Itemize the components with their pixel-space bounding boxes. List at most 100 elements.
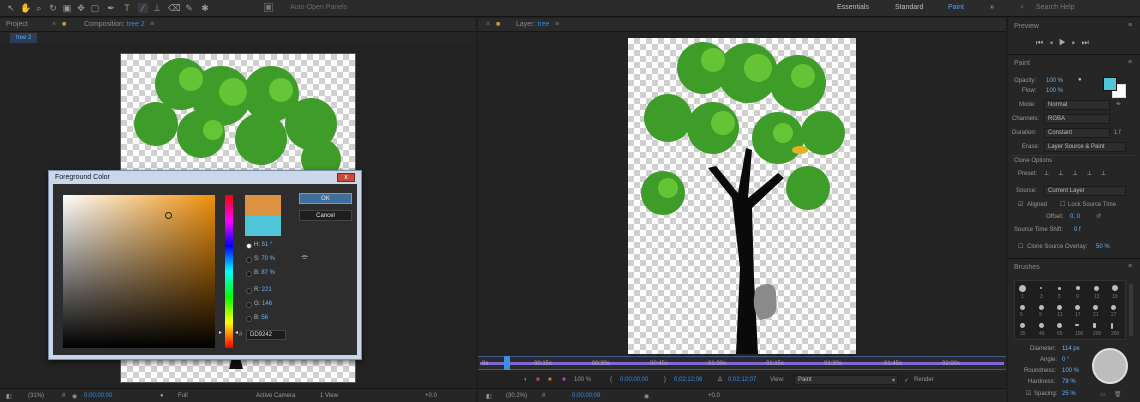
hardness-value[interactable]: 78 % (1062, 379, 1076, 385)
radio-red[interactable] (246, 288, 252, 294)
ok-button[interactable]: OK (299, 193, 352, 204)
radio-hue[interactable] (246, 243, 252, 249)
eyedropper-icon[interactable]: ⌯ (301, 251, 308, 262)
tab-layer[interactable]: Layer: tree (516, 21, 549, 28)
layer-zoom[interactable]: (30.2%) (506, 393, 527, 399)
clone-overlay-value[interactable]: 50 % (1096, 244, 1110, 250)
erase-select[interactable]: Layer Source & Paint (1044, 142, 1126, 152)
workspace-menu-icon[interactable]: » (990, 4, 994, 11)
view-select[interactable]: Paint (794, 375, 898, 385)
tab-composition[interactable]: Composition: tree 2 (84, 21, 145, 28)
brush-tip[interactable] (1020, 323, 1025, 328)
preview-menu-icon[interactable]: ≡ (1128, 22, 1132, 29)
opacity-value[interactable]: 100 % (1046, 78, 1063, 84)
channel-red-icon[interactable]: ■ (536, 377, 540, 383)
search-help-input[interactable]: Search Help (1036, 4, 1075, 11)
pan-behind-tool-icon[interactable]: ✥ (76, 3, 86, 13)
dialog-close-button[interactable]: x (337, 173, 355, 182)
layer-snapshot-icon[interactable]: ◧ (486, 393, 492, 400)
brush-tip[interactable] (1111, 323, 1113, 329)
radio-saturation[interactable] (246, 257, 252, 263)
layer-tab-menu-icon[interactable]: ≡ (555, 21, 559, 28)
roto-brush-tool-icon[interactable]: ✎ (184, 3, 194, 13)
eyedropper-small-icon[interactable]: ⌯ (1116, 101, 1121, 108)
channel-alpha-icon[interactable]: ■ (562, 377, 566, 383)
play-icon[interactable]: ▶ (1059, 38, 1072, 47)
flow-value[interactable]: 100 % (1046, 88, 1063, 94)
radio-brightness[interactable] (246, 271, 252, 277)
roundness-value[interactable]: 100 % (1062, 368, 1079, 374)
hue-slider-left-arrow-icon[interactable]: ▸ (219, 329, 222, 336)
brush-tip[interactable] (1039, 323, 1044, 328)
brush-tip[interactable] (1075, 305, 1080, 310)
grid-icon[interactable]: # (62, 393, 65, 399)
layer-exposure[interactable]: +0.0 (708, 393, 720, 399)
brush-tip[interactable] (1057, 305, 1062, 310)
zoom-tool-icon[interactable]: ⌕ (34, 3, 44, 13)
brush-tip[interactable] (1020, 305, 1025, 310)
layer-timecode[interactable]: 0;00;00;09 (572, 393, 600, 399)
field-green[interactable]: G: 146 (254, 301, 272, 307)
layer-grid-icon[interactable]: # (542, 393, 545, 399)
cancel-button[interactable]: Cancel (299, 210, 352, 221)
source-time-shift-value[interactable]: 0 f (1074, 227, 1081, 233)
comp-views[interactable]: 1 View (320, 393, 338, 399)
field-saturation[interactable]: S: 70 % (254, 256, 275, 262)
current-time-indicator[interactable] (504, 356, 510, 370)
hand-tool-icon[interactable]: ✋ (20, 3, 31, 13)
comp-zoom[interactable]: (31%) (28, 393, 44, 399)
hue-slider-right-arrow-icon[interactable]: ◂ (235, 329, 238, 336)
first-frame-icon[interactable]: ⏮ (1036, 38, 1049, 47)
comp-exposure[interactable]: +0.0 (425, 393, 437, 399)
angle-value[interactable]: 0 ° (1062, 357, 1069, 363)
clone-overlay-checkbox-icon[interactable]: ☐ (1018, 243, 1023, 250)
workspace-essentials[interactable]: Essentials (837, 4, 869, 11)
color-picker-cursor[interactable] (165, 212, 172, 219)
comp-timecode[interactable]: 0;00;00;00 (84, 393, 112, 399)
aligned-checkbox-icon[interactable]: ☑ (1018, 201, 1023, 208)
brush-tip[interactable] (1057, 323, 1062, 328)
rotate-tool-icon[interactable]: ↻ (48, 3, 58, 13)
new-brush-icon[interactable]: ▭ (1100, 391, 1106, 398)
brush-tool-icon[interactable]: ⁄ (138, 3, 148, 13)
radio-green[interactable] (246, 302, 252, 308)
brush-tip[interactable] (1112, 285, 1118, 291)
previous-frame-icon[interactable]: ◂ (1049, 38, 1059, 47)
comp-camera[interactable]: Active Camera (256, 393, 295, 399)
offset-value[interactable]: 0, 0 (1070, 214, 1080, 220)
last-frame-icon[interactable]: ⏭ (1082, 38, 1095, 47)
duration-select[interactable]: Constant (1044, 128, 1110, 138)
eraser-tool-icon[interactable]: ⌫ (168, 3, 181, 13)
hue-slider[interactable] (225, 195, 233, 348)
brush-tip[interactable] (1076, 286, 1080, 290)
puppet-tool-icon[interactable]: ✱ (200, 3, 210, 13)
auto-open-checkbox-icon[interactable]: ▦ (264, 3, 273, 12)
layer-camera-icon[interactable]: ◉ (644, 393, 649, 400)
brush-tip[interactable] (1075, 324, 1079, 326)
brushes-scrollbar[interactable] (1129, 284, 1133, 336)
tab-menu-icon[interactable]: ≡ (150, 21, 154, 28)
breadcrumb-comp[interactable]: tree 2 (10, 33, 38, 43)
brush-tips-grid[interactable]: 1 3 5 9 13 19 5 9 13 17 21 27 35 45 65 1… (1014, 280, 1126, 340)
channels-select[interactable]: RGBA (1044, 114, 1110, 124)
brush-tip[interactable] (1093, 305, 1098, 310)
channel-green-icon[interactable]: ■ (548, 377, 552, 383)
paint-menu-icon[interactable]: ≡ (1128, 59, 1132, 66)
next-frame-icon[interactable]: ▸ (1072, 38, 1082, 47)
close-layer-tab-icon[interactable]: × (486, 21, 490, 28)
close-tab-icon[interactable]: × (52, 21, 56, 28)
brush-tip[interactable] (1093, 323, 1096, 328)
set-out-icon[interactable]: } (664, 377, 666, 383)
tab-project[interactable]: Project (6, 21, 28, 28)
comp-resolution[interactable]: Full (178, 393, 188, 399)
set-in-icon[interactable]: { (610, 377, 612, 383)
foreground-color-swatch[interactable] (1103, 77, 1117, 91)
field-red[interactable]: R: 221 (254, 287, 272, 293)
brush-tip[interactable] (1058, 287, 1061, 290)
brushes-menu-icon[interactable]: ≡ (1128, 263, 1132, 270)
duration-frames[interactable]: 1 f (1114, 130, 1121, 136)
clone-preset-icons[interactable]: ⊥⊥⊥⊥⊥ (1044, 170, 1115, 177)
camera-icon[interactable]: ◉ (72, 393, 77, 400)
layer-zoom-pct[interactable]: 100 % (574, 377, 591, 383)
pen-tool-icon[interactable]: ✒ (106, 3, 116, 13)
